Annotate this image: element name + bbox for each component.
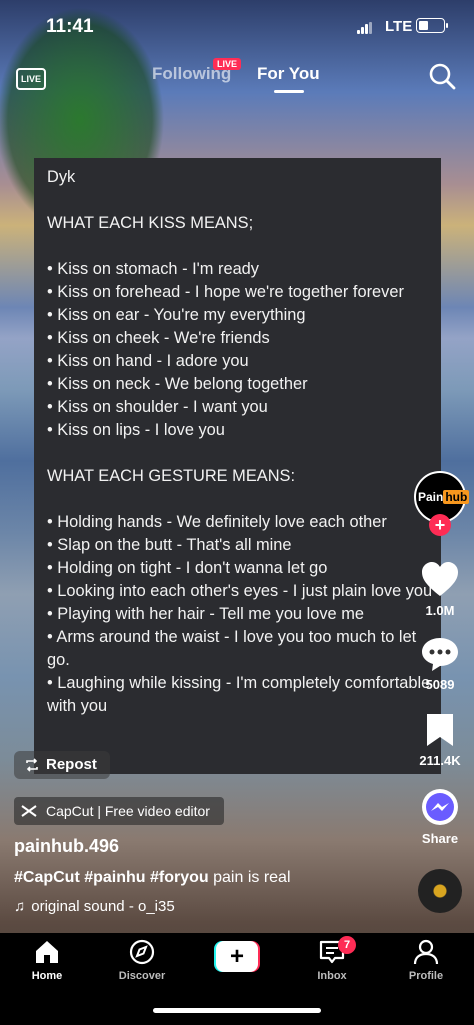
comment-button[interactable]: 5089 [410,636,470,692]
network-label: LTE [385,18,413,35]
avatar-logo: Pain hub [418,490,470,504]
music-note-icon: ♫ [14,898,26,915]
status-bar: 11:41 LTE [0,14,474,42]
card-line: • Kiss on stomach - I'm ready [47,260,259,278]
nav-profile[interactable]: Profile [386,939,466,982]
capcut-label: CapCut | Free video editor [46,803,210,819]
repost-button[interactable]: Repost [14,751,110,779]
capcut-link[interactable]: CapCut | Free video editor [14,797,224,825]
card-text: Dyk WHAT EACH KISS MEANS; • Kiss on stomac… [47,166,435,718]
nav-home[interactable]: Home [7,939,87,982]
card-line: WHAT EACH KISS MEANS; [47,214,254,232]
card-line: • Slap on the butt - That's all mine [47,536,292,554]
share-label: Share [421,831,459,846]
sound-label: original sound - o_i35 [31,898,175,915]
messenger-icon [422,789,458,825]
sound-link[interactable]: ♫ original sound - o_i35 [14,898,175,915]
card-line: • Looking into each other's eyes - I jus… [47,582,433,600]
bottom-navigation: Home Discover + Inbox 7 Profile [0,933,474,1025]
profile-icon [413,939,439,965]
status-time: 11:41 [46,16,94,37]
plus-icon: + [216,941,258,972]
card-line: • Holding on tight - I don't wanna let g… [47,559,328,577]
card-line: • Kiss on forehead - I hope we're togeth… [47,283,404,301]
card-line: • Kiss on shoulder - I want you [47,398,268,416]
nav-inbox[interactable]: Inbox [292,939,372,982]
repost-label: Repost [46,756,97,773]
card-line: • Kiss on cheek - We're friends [47,329,270,347]
card-line: • Holding hands - We definitely love eac… [47,513,387,531]
card-line: • Kiss on ear - You're my everything [47,306,306,324]
save-button[interactable]: 211.4K [410,712,470,768]
repost-icon [26,758,38,772]
compass-icon [129,939,155,965]
home-icon [36,941,58,963]
card-line: • Kiss on lips - I love you [47,421,225,439]
like-button[interactable]: 1.0M [410,560,470,618]
card-line: WHAT EACH GESTURE MEANS: [47,467,296,485]
card-line: • Playing with her hair - Tell me you lo… [47,605,364,623]
battery-icon [416,18,445,33]
capcut-icon [21,805,37,817]
follow-plus-button[interactable]: + [429,514,451,536]
caption[interactable]: #CapCut #painhu #foryou pain is real [14,869,291,887]
card-line [47,235,435,258]
inbox-badge: 7 [338,936,356,954]
caption-hashtags[interactable]: #CapCut #painhu #foryou [14,869,209,886]
card-line: • Kiss on neck - We belong together [47,375,308,393]
music-disc-icon[interactable] [418,869,462,913]
active-tab-indicator [274,90,304,93]
heart-icon [422,562,458,596]
like-count: 1.0M [425,603,455,618]
create-button[interactable]: + [214,941,260,972]
home-indicator [153,1008,321,1013]
comment-icon [422,638,458,671]
nav-discover[interactable]: Discover [102,939,182,982]
live-badge: LIVE [213,58,242,70]
bookmark-icon [427,714,453,746]
caption-text: pain is real [208,869,291,886]
card-line: Dyk [47,168,76,186]
search-icon[interactable] [428,62,456,90]
comment-count: 5089 [425,677,455,692]
card-line: • Arms around the waist - I love you too… [47,628,417,669]
text-overlay-card: Dyk WHAT EACH KISS MEANS; • Kiss on stomac… [34,158,441,774]
top-navigation: LIVE Following LIVE For You [0,58,474,98]
signal-icon [357,22,373,34]
tab-for-you[interactable]: For You [257,64,320,84]
save-count: 211.4K [419,753,461,768]
card-line [47,488,435,511]
card-line [47,442,435,465]
card-line: • Laughing while kissing - I'm completel… [47,674,431,715]
share-button[interactable]: Share [410,788,470,846]
live-tv-icon[interactable]: LIVE [16,62,46,90]
username[interactable]: painhub.496 [14,836,119,857]
card-line: • Kiss on hand - I adore you [47,352,249,370]
card-line [47,189,435,212]
